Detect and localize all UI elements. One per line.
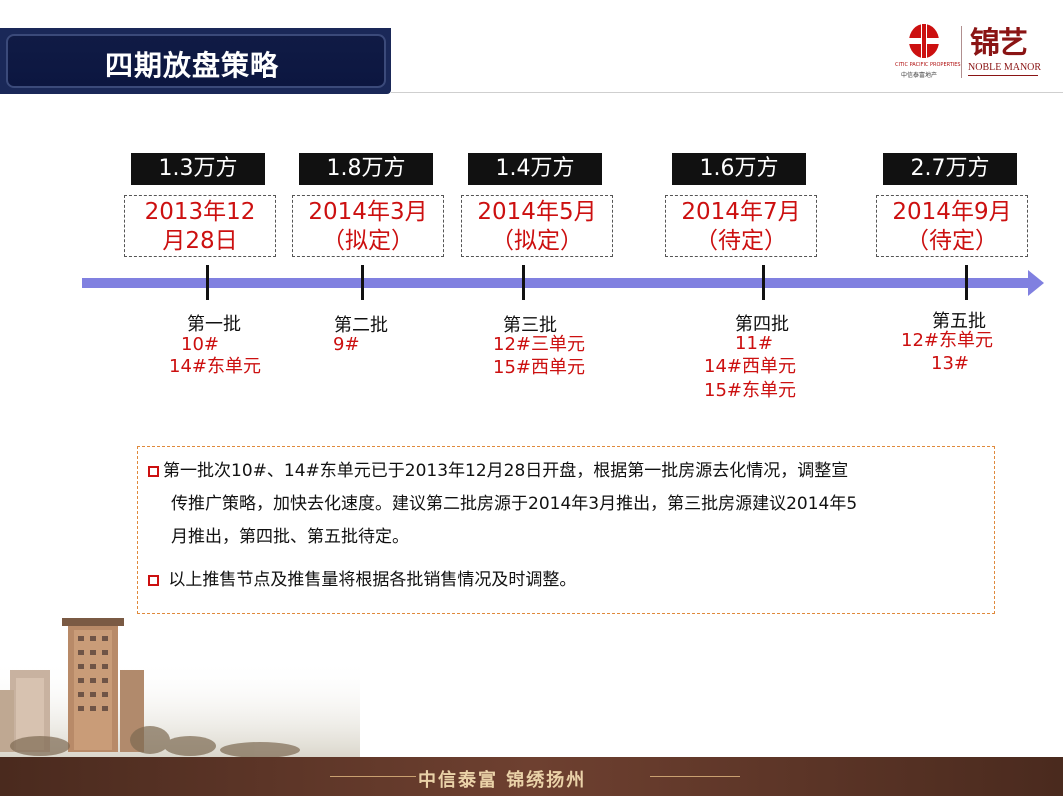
logo-divider (961, 26, 962, 78)
building-illustration (0, 618, 360, 760)
citic-english-name: CITIC PACIFIC PROPERTIES (895, 62, 961, 68)
batch-1-label: 第一批 (187, 314, 241, 335)
batch-5-unit-1: 12#东单元 (901, 330, 993, 351)
batch-5-volume: 2.7万方 (883, 153, 1017, 185)
batch-1-date-line1: 2013年12 (144, 199, 256, 225)
batch-1-tick (206, 265, 209, 300)
batch-3-date-line1: 2014年5月 (477, 199, 597, 225)
batch-3-date-line2: （拟定） (491, 228, 583, 254)
batch-4-date: 2014年7月 （待定） (665, 195, 817, 257)
batch-1-volume: 1.3万方 (131, 153, 265, 185)
page-title: 四期放盘策略 (105, 49, 280, 82)
batch-2-volume: 1.8万方 (299, 153, 433, 185)
note-2-line-1: 以上推售节点及推售量将根据各批销售情况及时调整。 (163, 570, 577, 590)
batch-5-tick (965, 265, 968, 300)
batch-3-unit-1: 12#三单元 (493, 334, 585, 355)
batch-3-tick (522, 265, 525, 300)
batch-3-unit-2: 15#西单元 (493, 357, 585, 378)
batch-4-date-line1: 2014年7月 (681, 199, 801, 225)
square-bullet-icon (148, 466, 159, 477)
batch-3-date: 2014年5月 （拟定） (461, 195, 613, 257)
batch-2-unit-1: 9# (333, 334, 360, 355)
batch-4-tick (762, 265, 765, 300)
batch-5-date-line2: （待定） (906, 228, 998, 254)
footer-slogan: 中信泰富 锦绣扬州 (418, 770, 587, 791)
batch-3-volume: 1.4万方 (468, 153, 602, 185)
noble-manor-calligraphy: 锦艺 (970, 26, 1028, 61)
batch-4-unit-1: 11# (735, 333, 773, 354)
footer-bar: 中信泰富 锦绣扬州 (0, 757, 1063, 796)
timeline-arrow-icon (1028, 270, 1044, 296)
batch-2-date-line2: （拟定） (322, 228, 414, 254)
batch-1-date-line2: 月28日 (162, 228, 238, 254)
batch-4-unit-2: 14#西单元 (704, 356, 796, 377)
citic-logo: CITIC PACIFIC PROPERTIES 中信泰富地产 (895, 22, 961, 82)
footer-rule-right (650, 776, 740, 777)
note-1: 第一批次10#、14#东单元已于2013年12月28日开盘，根据第一批房源去化情… (148, 455, 988, 554)
noble-manor-english-name: NOBLE MANOR (968, 62, 1042, 73)
batch-2-date: 2014年3月 （拟定） (292, 195, 444, 257)
citic-chinese-name: 中信泰富地产 (901, 72, 938, 79)
batch-1-date: 2013年12 月28日 (124, 195, 276, 257)
header-divider (391, 92, 1063, 93)
note-1-line-3: 月推出，第四批、第五批待定。 (171, 527, 409, 547)
footer-rule-left (330, 776, 416, 777)
note-1-line-1: 第一批次10#、14#东单元已于2013年12月28日开盘，根据第一批房源去化情… (163, 461, 849, 481)
batch-1-unit-1: 10# (181, 334, 219, 355)
batch-2-tick (361, 265, 364, 300)
batch-4-unit-3: 15#东单元 (704, 380, 796, 401)
square-bullet-icon (148, 575, 159, 586)
noble-manor-rule (968, 75, 1038, 76)
batch-5-date-line1: 2014年9月 (892, 199, 1012, 225)
note-1-line-2: 传推广策略，加快去化速度。建议第二批房源于2014年3月推出，第三批房源建议20… (171, 494, 858, 514)
noble-manor-logo: 锦艺 NOBLE MANOR (968, 18, 1042, 82)
batch-5-unit-2: 13# (931, 353, 969, 374)
timeline-axis (82, 278, 1032, 288)
notes-box: 第一批次10#、14#东单元已于2013年12月28日开盘，根据第一批房源去化情… (137, 446, 995, 614)
citic-emblem-icon (907, 22, 941, 60)
batch-2-date-line1: 2014年3月 (308, 199, 428, 225)
note-2: 以上推售节点及推售量将根据各批销售情况及时调整。 (148, 564, 988, 597)
batch-5-date: 2014年9月 （待定） (876, 195, 1028, 257)
batch-4-date-line2: （待定） (695, 228, 787, 254)
batch-4-volume: 1.6万方 (672, 153, 806, 185)
batch-1-unit-2: 14#东单元 (169, 356, 261, 377)
